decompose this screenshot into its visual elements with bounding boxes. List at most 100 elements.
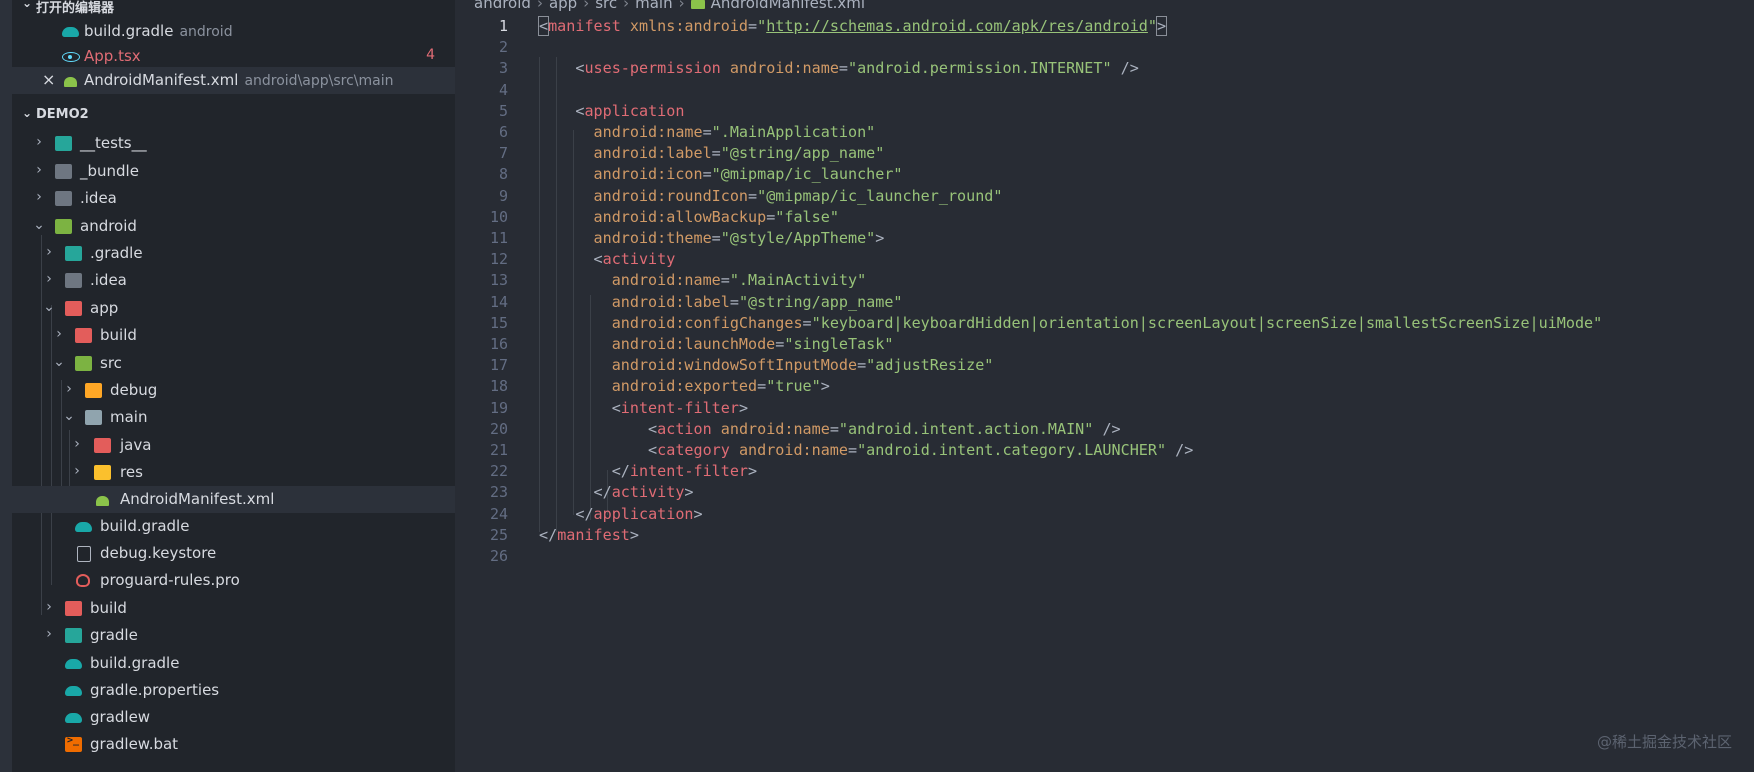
tree-file-gradlew[interactable]: gradlew xyxy=(12,704,455,731)
code-line[interactable]: android:launchMode="singleTask" xyxy=(539,335,894,358)
tree-folder-build[interactable]: › build xyxy=(12,322,455,349)
breadcrumb-item[interactable]: app xyxy=(549,0,577,12)
chevron-down-icon: ⌄ xyxy=(22,106,33,120)
tree-folder-app[interactable]: ⌄ app xyxy=(12,295,455,322)
tree-file-gradlew-bat[interactable]: gradlew.bat xyxy=(12,731,455,758)
code-line[interactable]: android:exported="true"> xyxy=(539,377,830,400)
tree-file-gradle-properties[interactable]: gradle.properties xyxy=(12,677,455,704)
tree-folder-res[interactable]: › res xyxy=(12,459,455,486)
code-line[interactable]: </activity> xyxy=(539,483,694,506)
open-editor-path: android xyxy=(179,24,233,40)
chevron-right-icon: › xyxy=(623,0,630,12)
problems-badge: 4 xyxy=(426,47,435,63)
tree-folder-android[interactable]: ⌄ android xyxy=(12,213,455,240)
tree-folder-bundle[interactable]: › _bundle xyxy=(12,158,455,185)
close-icon[interactable]: × xyxy=(42,70,55,89)
line-number: 8 xyxy=(498,165,508,184)
line-number: 18 xyxy=(489,377,508,396)
line-number: 26 xyxy=(489,547,508,565)
code-line[interactable]: android:name=".MainApplication" xyxy=(539,123,876,146)
gradle-icon xyxy=(65,656,82,671)
line-number: 19 xyxy=(489,398,508,417)
tree-item-label: android xyxy=(80,217,137,235)
code-line[interactable]: </intent-filter> xyxy=(539,462,757,485)
react-icon xyxy=(62,49,80,64)
tree-folder-main[interactable]: ⌄ main xyxy=(12,404,455,431)
project-header[interactable]: ⌄ DEMO2 xyxy=(0,102,455,128)
code-line[interactable]: android:roundIcon="@mipmap/ic_launcher_r… xyxy=(539,187,1003,210)
tree-item-label: gradlew.bat xyxy=(90,735,179,753)
code-editor[interactable]: android › app › src › main › AndroidManifest.xml… xyxy=(455,0,1754,772)
breadcrumb-item[interactable]: main xyxy=(635,0,672,12)
open-editor-item-active[interactable]: × AndroidManifest.xml android\app\src\mai… xyxy=(12,67,455,94)
code-line[interactable]: <action android:name="android.intent.act… xyxy=(539,420,1121,443)
code-line[interactable]: android:label="@string/app_name" xyxy=(539,144,885,167)
line-number: 10 xyxy=(489,207,508,226)
code-line[interactable]: android:label="@string/app_name" xyxy=(539,293,903,316)
code-line[interactable]: android:allowBackup="false" xyxy=(539,208,839,231)
code-line[interactable]: android:configChanges="keyboard|keyboard… xyxy=(539,314,1603,337)
tree-item-label: src xyxy=(100,354,122,372)
open-editor-item[interactable]: App.tsx 4 xyxy=(12,43,455,70)
line-number: 2 xyxy=(498,38,508,57)
tree-file-proguard[interactable]: proguard-rules.pro xyxy=(12,567,455,594)
chevron-right-icon: › xyxy=(36,162,42,178)
tree-item-label: .idea xyxy=(80,189,117,207)
folder-open-icon xyxy=(85,410,102,425)
chevron-right-icon: › xyxy=(583,0,590,12)
tree-folder-idea[interactable]: › .idea xyxy=(12,185,455,212)
line-number: 12 xyxy=(489,250,508,269)
code-line[interactable]: android:icon="@mipmap/ic_launcher" xyxy=(539,165,903,188)
code-line[interactable]: </application> xyxy=(539,505,702,528)
file-icon xyxy=(77,546,91,562)
line-number: 1 xyxy=(498,17,508,35)
code-line[interactable]: </manifest> xyxy=(539,526,639,549)
tree-folder-gradle[interactable]: › gradle xyxy=(12,622,455,649)
tree-file-build-gradle[interactable]: build.gradle xyxy=(12,513,455,540)
tree-item-label: build.gradle xyxy=(100,517,190,535)
chevron-right-icon: › xyxy=(66,381,72,397)
breadcrumb-item[interactable]: AndroidManifest.xml xyxy=(711,0,865,12)
tree-item-label: AndroidManifest.xml xyxy=(120,490,275,508)
gradle-icon xyxy=(65,710,82,725)
code-line[interactable]: <activity xyxy=(539,250,676,273)
code-line[interactable]: <uses-permission android:name="android.p… xyxy=(539,59,1138,82)
tree-file-build-gradle-root[interactable]: build.gradle xyxy=(12,650,455,677)
tree-folder-tests[interactable]: › __tests__ xyxy=(12,130,455,157)
tree-folder-src[interactable]: ⌄ src xyxy=(12,350,455,377)
chevron-right-icon: › xyxy=(36,134,42,150)
terminal-icon xyxy=(65,735,82,752)
tree-folder-debug[interactable]: › debug xyxy=(12,377,455,404)
open-editor-item[interactable]: build.gradle android xyxy=(12,18,455,45)
tree-item-label: build xyxy=(100,326,137,344)
breadcrumb-item[interactable]: android xyxy=(474,0,531,12)
code-line[interactable]: android:name=".MainActivity" xyxy=(539,271,866,294)
android-icon xyxy=(62,73,79,88)
code-line[interactable]: android:theme="@style/AppTheme"> xyxy=(539,229,885,252)
breadcrumb: android › app › src › main › AndroidManifest.xml xyxy=(474,0,865,16)
code-line[interactable]: android:windowSoftInputMode="adjustResiz… xyxy=(539,356,994,379)
tree-file-android-manifest[interactable]: AndroidManifest.xml xyxy=(12,486,455,513)
folder-gradle-icon xyxy=(65,628,82,643)
code-line[interactable]: <application xyxy=(539,102,684,125)
folder-app-icon xyxy=(65,301,82,316)
tree-folder-build-root[interactable]: › build xyxy=(12,595,455,622)
folder-res-icon xyxy=(94,465,111,480)
open-editors-title: 打开的编辑器 xyxy=(36,1,115,16)
tree-file-debug-keystore[interactable]: debug.keystore xyxy=(12,540,455,567)
open-editors-header[interactable]: ⌄ 打开的编辑器 xyxy=(0,0,455,18)
tree-folder-idea[interactable]: › .idea xyxy=(12,267,455,294)
code-line[interactable]: <manifest xmlns:android="http://schemas.… xyxy=(537,16,1168,40)
chevron-right-icon: › xyxy=(46,271,52,287)
tree-folder-java[interactable]: › java xyxy=(12,432,455,459)
gradle-icon xyxy=(62,24,79,39)
line-number: 20 xyxy=(489,419,508,438)
chevron-down-icon: ⌄ xyxy=(33,217,45,233)
tree-item-label: main xyxy=(110,408,148,426)
chevron-right-icon: › xyxy=(46,599,52,615)
open-editor-name: AndroidManifest.xml xyxy=(84,71,239,89)
code-line[interactable]: <category android:name="android.intent.c… xyxy=(539,441,1193,464)
breadcrumb-item[interactable]: src xyxy=(595,0,617,12)
tree-folder-gradle-hidden[interactable]: › .gradle xyxy=(12,240,455,267)
code-line[interactable]: <intent-filter> xyxy=(539,399,748,422)
